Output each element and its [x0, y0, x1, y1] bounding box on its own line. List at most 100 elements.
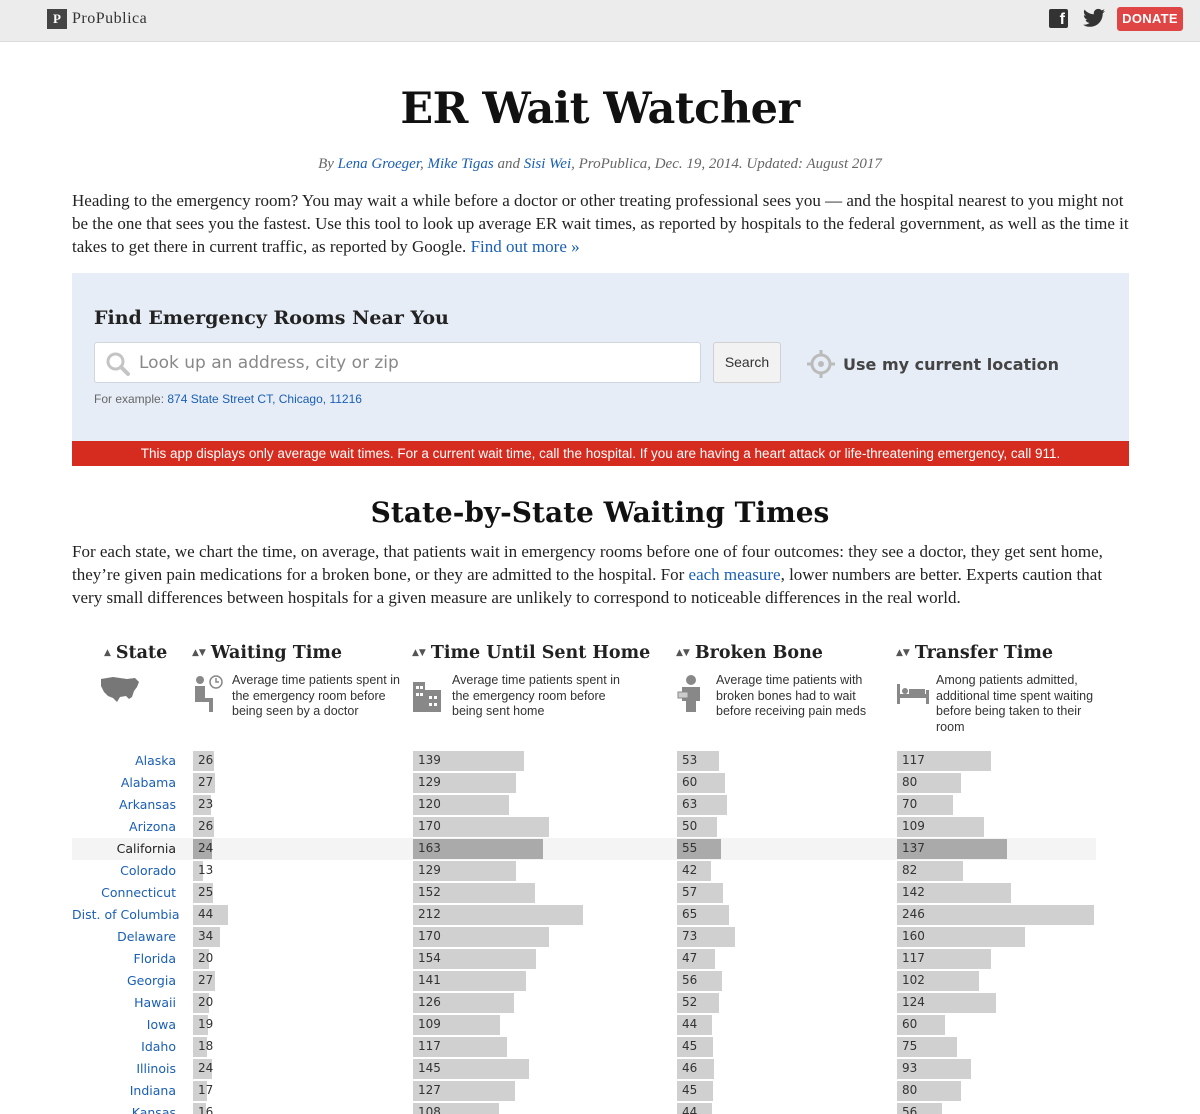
value-transfer: 117	[902, 753, 925, 767]
table-row: Georgia 27 141 56 102	[72, 970, 1096, 992]
value-transfer: 160	[902, 929, 925, 943]
value-sent-home: 152	[418, 885, 441, 899]
value-sent-home: 109	[418, 1017, 441, 1031]
column-header-label: Transfer Time	[914, 643, 1054, 663]
value-transfer: 60	[902, 1017, 918, 1031]
value-sent-home: 117	[418, 1039, 441, 1053]
value-sent-home: 129	[418, 863, 441, 877]
value-transfer: 82	[902, 863, 918, 877]
crosshair-icon[interactable]	[807, 350, 835, 378]
magnifier-icon	[106, 352, 130, 376]
value-broken-bone: 53	[682, 753, 698, 767]
author-link-tigas[interactable]: Mike Tigas	[428, 156, 494, 172]
use-current-location-button[interactable]: Use my current location	[843, 355, 1059, 374]
propublica-wordmark: ProPublica	[72, 10, 148, 27]
column-header-waiting-time[interactable]: ▲▼ Waiting Time	[192, 643, 342, 663]
value-transfer: 56	[902, 1105, 918, 1114]
table-row: Arizona 26 170 50 109	[72, 816, 1096, 838]
each-measure-link[interactable]: each measure	[689, 565, 781, 584]
value-waiting: 25	[198, 885, 214, 899]
twitter-icon[interactable]	[1083, 8, 1105, 28]
value-waiting: 24	[198, 1061, 214, 1075]
state-name-link[interactable]: Florida	[72, 951, 176, 966]
state-name-link[interactable]: Georgia	[72, 973, 176, 988]
value-waiting: 18	[198, 1039, 214, 1053]
value-broken-bone: 42	[682, 863, 698, 877]
find-out-more-link[interactable]: Find out more »	[471, 237, 580, 256]
er-finder-panel: Find Emergency Rooms Near You Search Use…	[72, 273, 1129, 441]
value-broken-bone: 73	[682, 929, 698, 943]
propublica-logo[interactable]: P ProPublica	[47, 9, 147, 29]
value-broken-bone: 63	[682, 797, 698, 811]
state-name-link[interactable]: Iowa	[72, 1017, 176, 1032]
table-row: Connecticut 25 152 57 142	[72, 882, 1096, 904]
value-waiting: 44	[198, 907, 214, 921]
column-header-broken-bone[interactable]: ▲▼ Broken Bone	[676, 643, 823, 663]
value-sent-home: 129	[418, 775, 441, 789]
us-map-icon	[101, 677, 139, 702]
value-sent-home: 127	[418, 1083, 441, 1097]
state-name-link[interactable]: Kansas	[72, 1105, 176, 1114]
byline: By Lena Groeger, Mike Tigas and Sisi Wei…	[0, 156, 1200, 173]
column-header-transfer-time[interactable]: ▲▼ Transfer Time	[896, 643, 1053, 663]
column-header-label: Waiting Time	[210, 643, 343, 663]
byline-separator: and	[493, 156, 524, 172]
sort-toggle-icon: ▲▼	[192, 648, 206, 658]
value-broken-bone: 65	[682, 907, 698, 921]
value-broken-bone: 45	[682, 1039, 698, 1053]
state-name-link[interactable]: Delaware	[72, 929, 176, 944]
value-broken-bone: 55	[682, 841, 698, 855]
value-transfer: 80	[902, 775, 918, 789]
table-row: Arkansas 23 120 63 70	[72, 794, 1096, 816]
value-broken-bone: 60	[682, 775, 698, 789]
value-waiting: 24	[198, 841, 214, 855]
state-name-link[interactable]: Colorado	[72, 863, 176, 878]
value-waiting: 27	[198, 973, 214, 987]
state-name-link[interactable]: Indiana	[72, 1083, 176, 1098]
column-header-state[interactable]: ▲ State	[104, 643, 167, 663]
column-header-label: Time Until Sent Home	[430, 643, 651, 663]
example-prefix: For example:	[94, 392, 168, 406]
state-name-link[interactable]: Arkansas	[72, 797, 176, 812]
value-sent-home: 141	[418, 973, 441, 987]
value-waiting: 26	[198, 819, 214, 833]
author-link-wei[interactable]: Sisi Wei	[524, 156, 571, 172]
patient-waiting-clock-icon	[195, 675, 223, 712]
state-name-link[interactable]: Dist. of Columbia	[72, 907, 180, 922]
value-sent-home: 139	[418, 753, 441, 767]
value-waiting: 17	[198, 1083, 214, 1097]
value-transfer: 70	[902, 797, 918, 811]
value-sent-home: 170	[418, 819, 441, 833]
author-link-groeger[interactable]: Lena Groeger	[338, 156, 420, 172]
address-search-input[interactable]	[139, 343, 694, 382]
example-links[interactable]: 874 State Street CT, Chicago, 11216	[167, 392, 362, 406]
state-name-link[interactable]: Illinois	[72, 1061, 176, 1076]
state-name-link[interactable]: Arizona	[72, 819, 176, 834]
state-name-link[interactable]: Alaska	[72, 753, 176, 768]
search-box	[94, 342, 701, 383]
donate-button[interactable]: DONATE	[1117, 7, 1183, 31]
column-description-waiting-time: Average time patients spent in the emerg…	[232, 673, 400, 718]
sort-toggle-icon: ▲▼	[412, 648, 426, 658]
byline-suffix: , ProPublica, Dec. 19, 2014. Updated: Au…	[571, 156, 882, 172]
value-transfer: 109	[902, 819, 925, 833]
state-name-link[interactable]: Alabama	[72, 775, 176, 790]
value-sent-home: 170	[418, 929, 441, 943]
state-name-link[interactable]: Hawaii	[72, 995, 176, 1010]
search-button[interactable]: Search	[713, 342, 781, 383]
state-name-link[interactable]: Connecticut	[72, 885, 176, 900]
finder-heading: Find Emergency Rooms Near You	[94, 307, 449, 329]
hospital-building-icon	[413, 682, 441, 712]
facebook-icon[interactable]: f	[1049, 9, 1068, 28]
value-transfer: 75	[902, 1039, 918, 1053]
value-sent-home: 126	[418, 995, 441, 1009]
column-header-time-until-sent-home[interactable]: ▲▼ Time Until Sent Home	[412, 643, 650, 663]
page-title: ER Wait Watcher	[400, 84, 800, 134]
value-broken-bone: 47	[682, 951, 698, 965]
byline-prefix: By	[318, 156, 338, 172]
table-row: Indiana 17 127 45 80	[72, 1080, 1096, 1102]
column-header-label: State	[115, 643, 168, 663]
value-waiting: 26	[198, 753, 214, 767]
value-transfer: 102	[902, 973, 925, 987]
state-name-link[interactable]: Idaho	[72, 1039, 176, 1054]
